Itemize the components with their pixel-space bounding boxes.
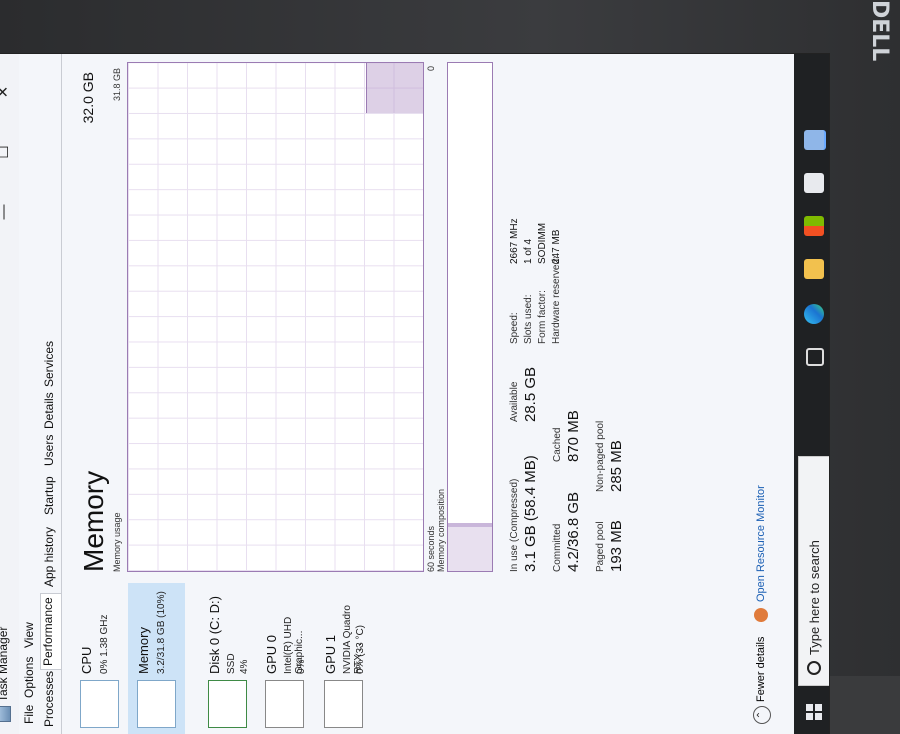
device-gpu1[interactable]: GPU 1 NVIDIA Quadro RTX ... 0% (33 °C) (315, 583, 372, 734)
tab-app-history[interactable]: App history (42, 524, 60, 590)
device-detail: 3.2/31.8 GB (10%) (156, 591, 167, 674)
gpu0-thumbnail-graph (265, 680, 304, 728)
speed-label: Speed: (509, 312, 520, 344)
maximize-button[interactable]: ☐ (0, 130, 17, 174)
in-use-value: 3.1 GB (58.4 MB) (522, 455, 539, 572)
tab-details[interactable]: Details (42, 389, 60, 432)
available-value: 28.5 GB (522, 366, 539, 422)
device-memory[interactable]: Memory 3.2/31.8 GB (10%) (128, 583, 185, 734)
speed-value: 2667 MHz (509, 218, 520, 264)
screen: Task Manager — ☐ ✕ File Options View Pro… (0, 54, 829, 734)
page-title: Memory (78, 470, 109, 572)
non-paged-pool-label: Non-paged pool (595, 420, 606, 492)
device-name: GPU 1 (323, 634, 338, 674)
tab-startup[interactable]: Startup (42, 473, 60, 518)
menu-options[interactable]: Options (22, 657, 36, 698)
gpu1-thumbnail-graph (324, 680, 363, 728)
window-title: Task Manager (0, 626, 10, 702)
paged-pool-value: 193 MB (608, 520, 625, 572)
menu-bar: File Options View (19, 54, 39, 734)
open-resource-monitor-link[interactable]: Open Resource Monitor (755, 485, 767, 602)
non-paged-pool-value: 285 MB (608, 440, 625, 492)
search-icon (807, 661, 821, 675)
device-usage: 0% (296, 659, 307, 674)
disk-thumbnail-graph (208, 680, 247, 728)
chevron-up-icon[interactable]: ⌃ (753, 706, 771, 724)
memory-usage-graph (127, 62, 424, 572)
hardware-reserved-label: Hardware reserved: (551, 256, 562, 344)
composition-modified (448, 523, 492, 527)
minimize-button[interactable]: — (0, 190, 17, 234)
form-factor-value: SODIMM (537, 222, 548, 264)
tab-users[interactable]: Users (42, 432, 60, 469)
memory-usage-fill (366, 63, 423, 113)
hardware-reserved-value: 247 MB (551, 229, 562, 264)
device-name: Disk 0 (C: D:) (207, 596, 222, 674)
footer: ⌃ Fewer details Open Resource Monitor (749, 54, 779, 734)
device-usage: 4% (239, 659, 250, 674)
tab-processes[interactable]: Processes (42, 668, 60, 730)
tab-services[interactable]: Services (42, 338, 60, 390)
device-name: Memory (136, 627, 151, 674)
device-name: GPU 0 (264, 634, 279, 674)
menu-file[interactable]: File (22, 705, 36, 724)
device-name: CPU (79, 646, 94, 674)
memory-thumbnail-graph (137, 680, 176, 728)
paged-pool-label: Paged pool (595, 521, 606, 572)
device-detail: SSD (226, 653, 237, 674)
memory-usage-label: Memory usage (112, 512, 122, 572)
device-disk[interactable]: Disk 0 (C: D:) SSD 4% (199, 583, 256, 734)
windows-start-icon[interactable] (806, 704, 822, 720)
store-icon[interactable] (804, 216, 824, 236)
slots-value: 1 of 4 (523, 238, 534, 264)
resource-monitor-icon (754, 608, 768, 622)
memory-total: 32.0 GB (80, 72, 96, 124)
form-factor-label: Form factor: (537, 290, 548, 344)
committed-label: Committed (552, 523, 563, 572)
task-view-icon[interactable] (806, 348, 824, 366)
memory-pane: Memory 32.0 GB Memory usage 31.8 GB 60 s… (62, 54, 582, 584)
graph-zero-label: 0 (426, 66, 436, 72)
available-label: Available (509, 381, 520, 422)
time-axis-label: 60 seconds (426, 525, 436, 572)
device-detail: 0% 1.38 GHz (99, 614, 110, 674)
edge-browser-icon[interactable] (804, 304, 824, 324)
device-cpu[interactable]: CPU 0% 1.38 GHz (71, 583, 128, 734)
title-bar: Task Manager — ☐ ✕ (0, 54, 19, 734)
tab-strip: Processes Performance App history Startu… (39, 54, 62, 734)
cpu-thumbnail-graph (80, 680, 119, 728)
cached-label: Cached (552, 427, 563, 462)
device-gpu0[interactable]: GPU 0 Intel(R) UHD Graphic... 0% (256, 583, 313, 734)
close-button[interactable]: ✕ (0, 70, 17, 114)
committed-value: 4.2/36.8 GB (565, 491, 582, 572)
memory-composition-bar (447, 62, 493, 572)
device-usage: 0% (33 °C) (355, 624, 366, 674)
memory-usage-max: 31.8 GB (112, 68, 122, 102)
tab-performance[interactable]: Performance (40, 593, 61, 670)
dell-logo: DELL (867, 0, 892, 62)
memory-composition-label: Memory composition (436, 488, 446, 572)
taskbar-search[interactable]: Type here to search (798, 456, 829, 686)
task-manager-icon (0, 706, 11, 722)
device-list: CPU 0% 1.38 GHz Memory 3.2/31.8 GB (10%)… (62, 583, 582, 734)
menu-view[interactable]: View (22, 622, 36, 648)
in-use-label: In use (Compressed) (509, 478, 520, 572)
file-explorer-icon[interactable] (804, 259, 824, 279)
fewer-details-link[interactable]: Fewer details (755, 637, 767, 702)
task-manager-taskbar-icon[interactable] (804, 130, 826, 150)
composition-in-use (448, 526, 492, 571)
taskbar: Type here to search (794, 54, 829, 734)
cached-value: 870 MB (565, 410, 582, 462)
search-placeholder: Type here to search (807, 540, 822, 655)
mail-icon[interactable] (804, 173, 824, 193)
slots-label: Slots used: (523, 294, 534, 344)
